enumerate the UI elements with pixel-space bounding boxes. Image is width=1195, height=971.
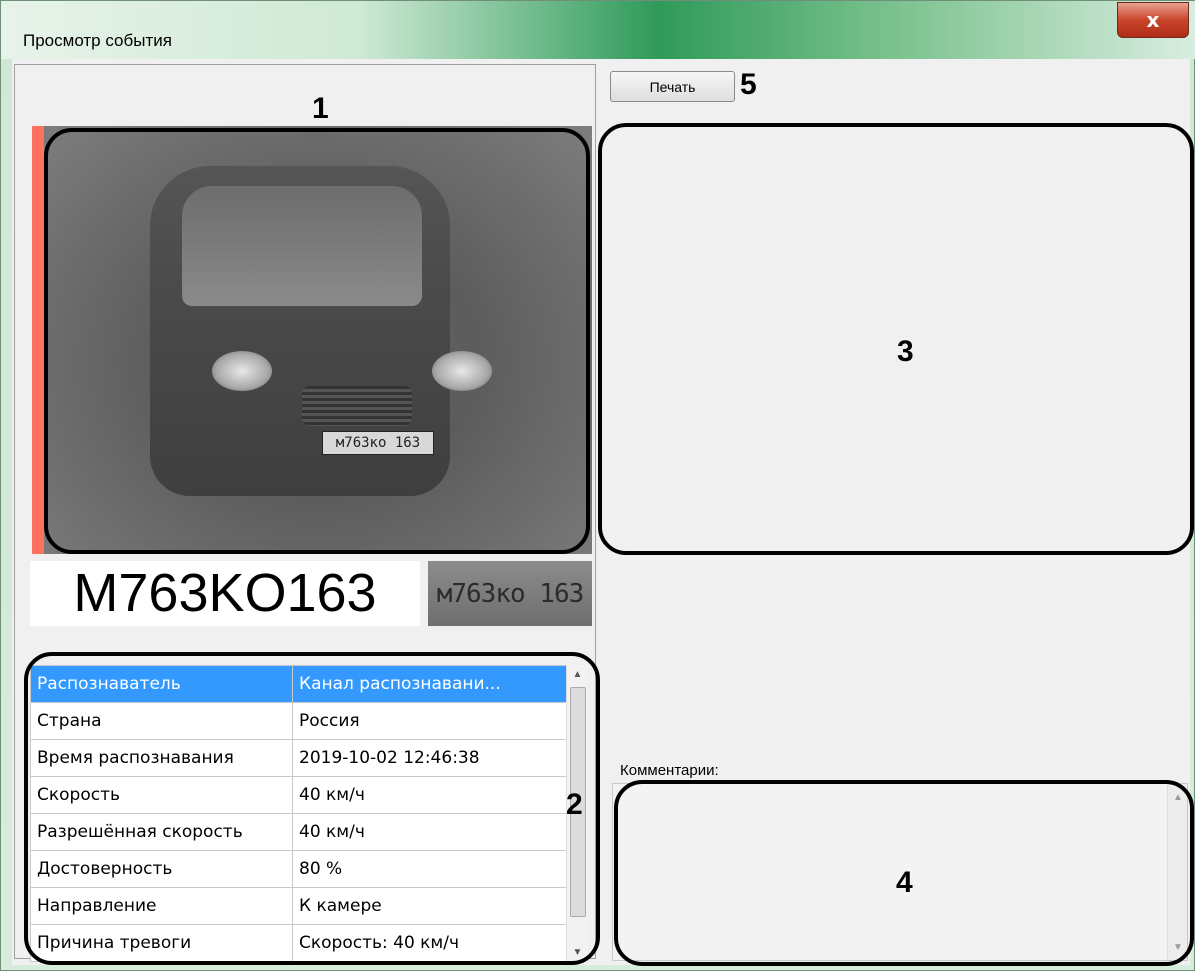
callout-table: 2 bbox=[566, 788, 583, 821]
title-bar[interactable]: Просмотр события x bbox=[1, 1, 1195, 59]
close-button[interactable]: x bbox=[1117, 2, 1189, 38]
callout-print: 5 bbox=[740, 68, 757, 101]
callout-comments: 4 bbox=[896, 866, 913, 899]
callout-photo: 1 bbox=[312, 92, 329, 125]
callout-image-area: 3 bbox=[897, 335, 914, 368]
window-title: Просмотр события bbox=[23, 31, 172, 50]
image-area bbox=[598, 123, 1194, 555]
plate-crop-image: м763ко 163 bbox=[428, 561, 592, 626]
callout-box-photo bbox=[44, 128, 590, 554]
close-icon: x bbox=[1146, 8, 1160, 32]
print-button[interactable]: Печать bbox=[610, 71, 735, 102]
recognized-plate-text: M763KO163 bbox=[30, 561, 420, 626]
comments-label: Комментарии: bbox=[620, 762, 719, 779]
callout-box-table bbox=[24, 652, 600, 965]
